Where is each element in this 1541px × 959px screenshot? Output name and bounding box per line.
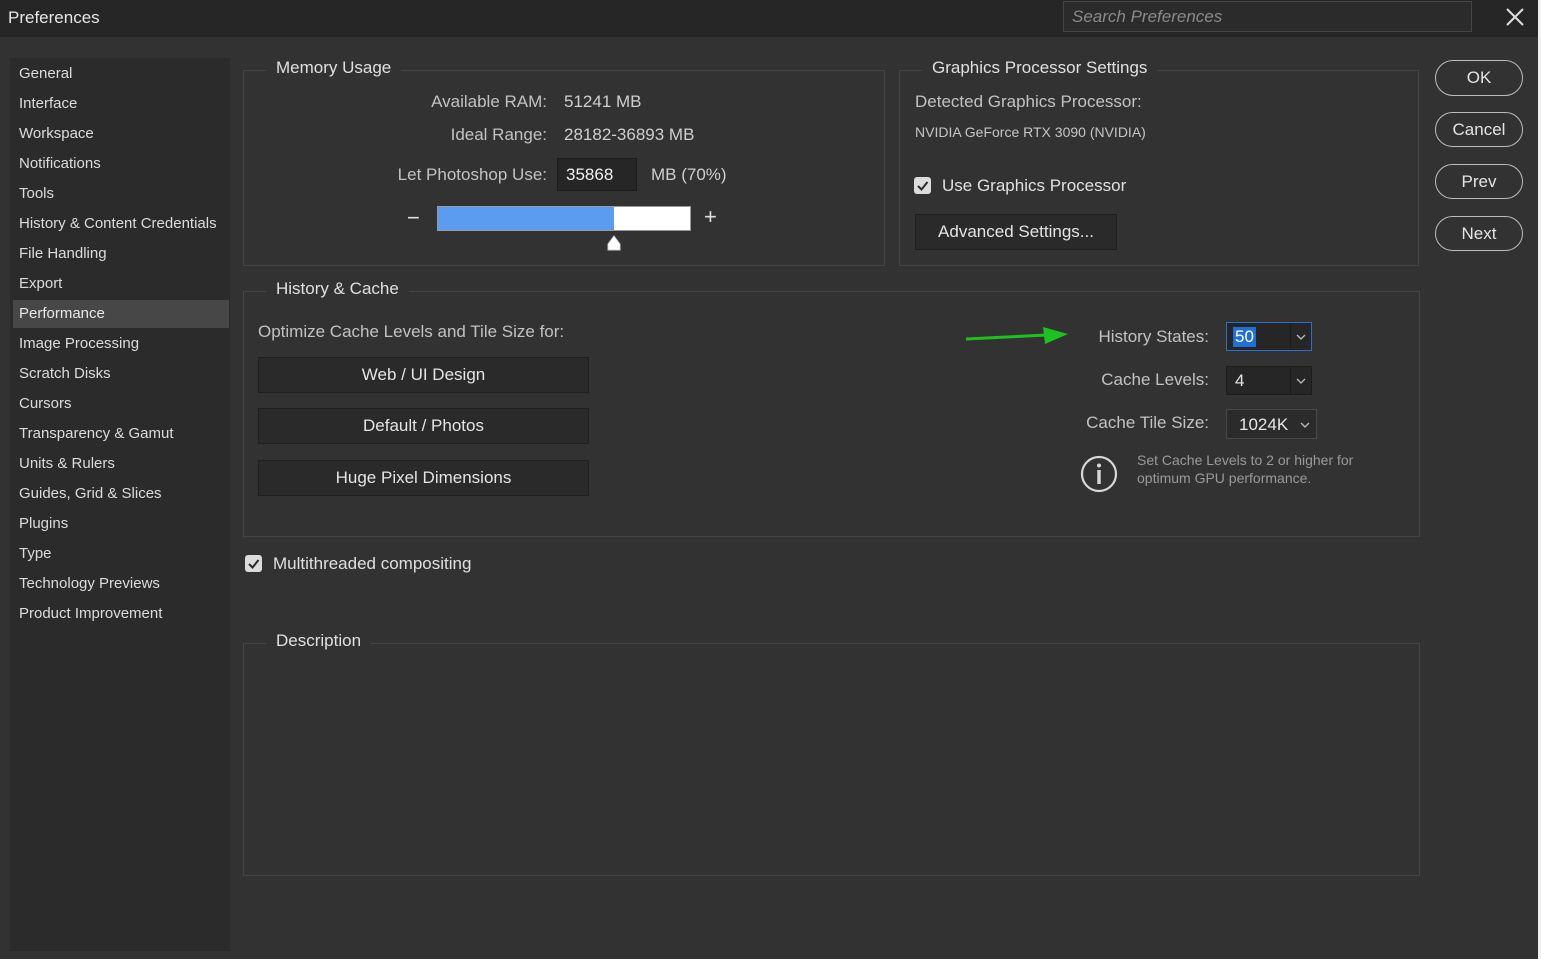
gpu-settings-legend: Graphics Processor Settings <box>922 58 1158 78</box>
sidebar-item-interface[interactable]: Interface <box>13 90 229 118</box>
memory-slider-track[interactable] <box>437 206 691 231</box>
sidebar: General Interface Workspace Notification… <box>10 58 230 951</box>
sidebar-item-type[interactable]: Type <box>13 540 229 568</box>
multithreaded-label[interactable]: Multithreaded compositing <box>273 554 471 574</box>
sidebar-item-export[interactable]: Export <box>13 270 229 298</box>
sidebar-item-guides[interactable]: Guides, Grid & Slices <box>13 480 229 508</box>
sidebar-item-general[interactable]: General <box>13 60 229 88</box>
detected-gpu-value: NVIDIA GeForce RTX 3090 (NVIDIA) <box>915 124 1146 140</box>
photoshop-use-unit: MB (70%) <box>651 165 727 184</box>
memory-usage-legend: Memory Usage <box>266 58 402 78</box>
advanced-settings-button[interactable]: Advanced Settings... <box>915 214 1117 250</box>
sidebar-item-transparency[interactable]: Transparency & Gamut <box>13 420 229 448</box>
memory-slider-fill <box>438 207 615 230</box>
memory-slider-thumb[interactable] <box>607 235 621 251</box>
info-text-line-2: optimum GPU performance. <box>1137 470 1312 486</box>
sidebar-item-performance[interactable]: Performance <box>13 300 229 328</box>
info-icon <box>1080 454 1120 494</box>
window-title: Preferences <box>8 8 100 27</box>
sidebar-item-cursors[interactable]: Cursors <box>13 390 229 418</box>
sidebar-item-notifications[interactable]: Notifications <box>13 150 229 178</box>
cache-levels-label: Cache Levels: <box>1101 370 1209 389</box>
chevron-down-icon[interactable] <box>1290 323 1311 350</box>
available-ram-label: Available RAM: <box>431 92 547 111</box>
preset-default-photos-button[interactable]: Default / Photos <box>258 408 589 444</box>
photoshop-use-label: Let Photoshop Use: <box>397 165 547 184</box>
preset-huge-pixel-button[interactable]: Huge Pixel Dimensions <box>258 460 589 496</box>
info-text: Set Cache Levels to 2 or higher for opti… <box>1137 451 1353 487</box>
cache-tile-size-value[interactable]: 1024K <box>1239 415 1288 435</box>
ideal-range-label: Ideal Range: <box>450 125 547 144</box>
memory-increase-icon[interactable]: + <box>704 204 717 230</box>
use-gpu-checkbox[interactable] <box>914 177 931 194</box>
detected-gpu-label: Detected Graphics Processor: <box>915 92 1142 111</box>
available-ram-value: 51241 MB <box>564 92 642 111</box>
use-gpu-label[interactable]: Use Graphics Processor <box>942 176 1126 196</box>
sidebar-item-tools[interactable]: Tools <box>13 180 229 208</box>
cancel-button[interactable]: Cancel <box>1435 112 1523 147</box>
chevron-down-icon[interactable] <box>1298 410 1312 443</box>
description-legend: Description <box>266 631 372 651</box>
photoshop-use-input[interactable]: 35868 <box>557 158 637 191</box>
sidebar-item-file-handling[interactable]: File Handling <box>13 240 229 268</box>
cache-levels-value[interactable]: 4 <box>1235 371 1244 391</box>
sidebar-item-product-improvement[interactable]: Product Improvement <box>13 600 229 628</box>
history-states-label: History States: <box>1098 327 1209 346</box>
sidebar-item-plugins[interactable]: Plugins <box>13 510 229 538</box>
sidebar-item-technology-previews[interactable]: Technology Previews <box>13 570 229 598</box>
memory-decrease-icon[interactable]: − <box>407 205 420 231</box>
info-text-line-1: Set Cache Levels to 2 or higher for <box>1137 452 1354 468</box>
next-button[interactable]: Next <box>1435 216 1523 251</box>
sidebar-item-image-processing[interactable]: Image Processing <box>13 330 229 358</box>
ideal-range-value: 28182-36893 MB <box>564 125 695 144</box>
optimize-label: Optimize Cache Levels and Tile Size for: <box>258 322 565 341</box>
ok-button[interactable]: OK <box>1435 60 1523 96</box>
sidebar-item-history[interactable]: History & Content Credentials <box>13 210 229 238</box>
history-states-value[interactable]: 50 <box>1233 327 1256 347</box>
cache-levels-combo[interactable]: 4 <box>1226 366 1312 395</box>
green-arrow-annotation <box>965 325 1069 347</box>
cache-tile-size-label: Cache Tile Size: <box>1086 413 1209 432</box>
preset-web-ui-button[interactable]: Web / UI Design <box>258 357 589 393</box>
history-states-combo[interactable]: 50 <box>1226 322 1312 351</box>
description-group: Description <box>243 631 1420 876</box>
chevron-down-icon[interactable] <box>1290 367 1311 394</box>
search-input[interactable] <box>1063 1 1472 32</box>
cache-tile-size-dropdown[interactable]: 1024K <box>1226 409 1317 439</box>
close-icon[interactable] <box>1500 2 1530 32</box>
multithreaded-checkbox[interactable] <box>245 555 262 572</box>
sidebar-item-workspace[interactable]: Workspace <box>13 120 229 148</box>
prev-button[interactable]: Prev <box>1435 164 1523 199</box>
sidebar-item-units-rulers[interactable]: Units & Rulers <box>13 450 229 478</box>
sidebar-item-scratch-disks[interactable]: Scratch Disks <box>13 360 229 388</box>
history-cache-legend: History & Cache <box>266 279 409 299</box>
